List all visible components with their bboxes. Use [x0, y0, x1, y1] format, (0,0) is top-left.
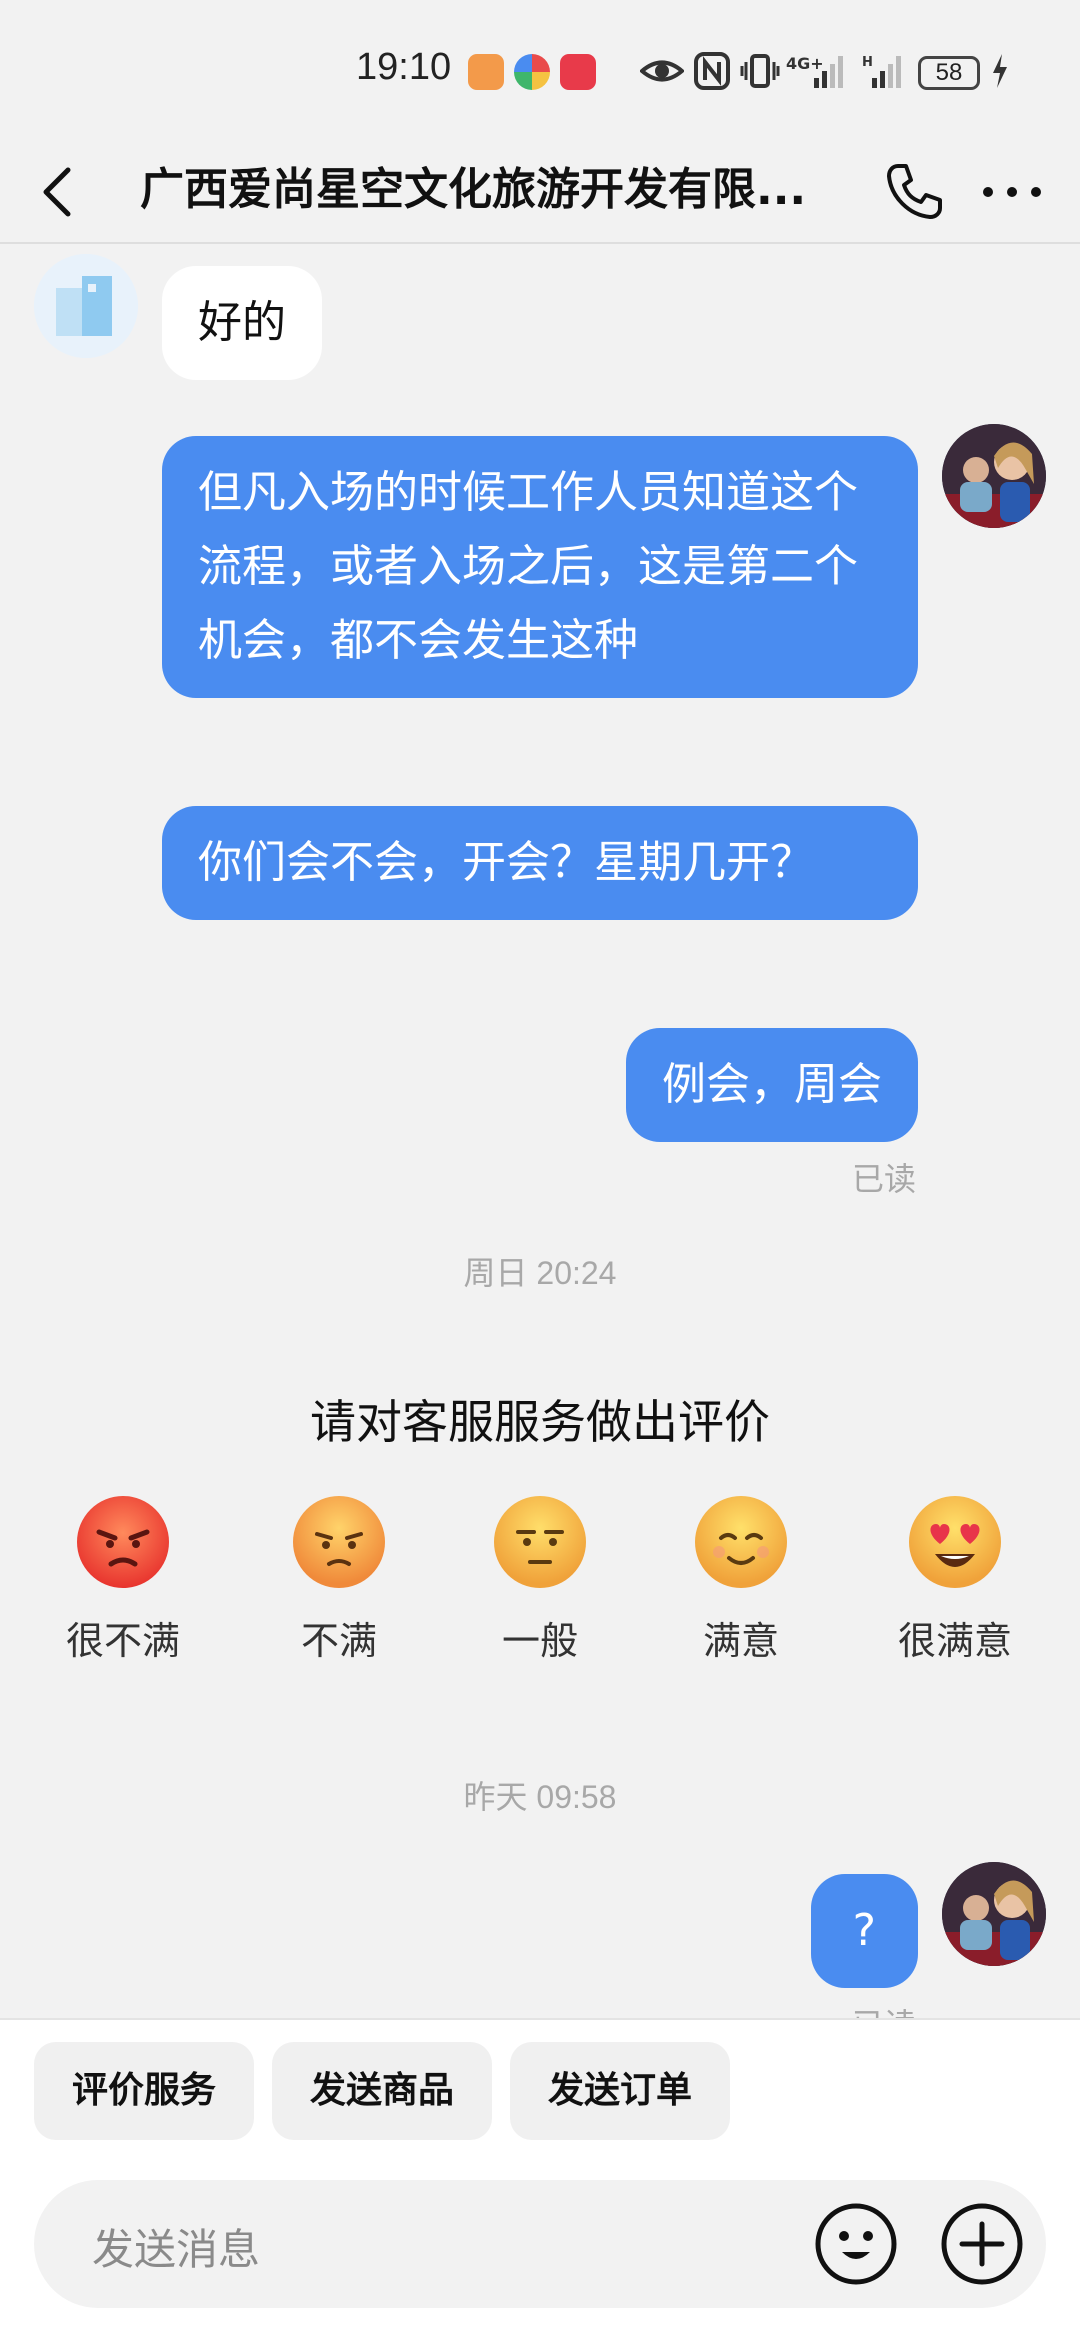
- send-product-button[interactable]: 发送商品: [272, 2042, 492, 2140]
- rating-label: 很满意: [897, 1619, 1012, 1663]
- status-time: 19:10: [356, 46, 452, 88]
- message-bubble-out[interactable]: 你们会不会，开会？星期几开？: [162, 806, 918, 920]
- message-input-placeholder: 发送消息: [92, 2225, 261, 2274]
- vibrate-icon: [740, 54, 780, 88]
- battery-level: 58: [918, 56, 980, 90]
- timestamp: 周日 20:24: [463, 1255, 617, 1291]
- user-avatar[interactable]: [942, 1862, 1046, 1966]
- xiaohongshu-app-icon: [560, 54, 596, 90]
- charging-icon: [993, 54, 1007, 88]
- user-avatar[interactable]: [942, 424, 1046, 528]
- more-icon[interactable]: [976, 164, 1048, 220]
- send-order-button[interactable]: 发送订单: [510, 2042, 730, 2140]
- rating-label: 满意: [702, 1619, 779, 1663]
- user-photo-icon: [942, 424, 1046, 528]
- smiling-face-icon: [695, 1496, 787, 1588]
- neutral-face-icon: [494, 1496, 586, 1588]
- message-input[interactable]: 发送消息: [34, 2180, 1046, 2308]
- message-bubble-out[interactable]: 例会，周会: [626, 1028, 918, 1142]
- user-photo-icon: [942, 1862, 1046, 1966]
- svg-text:H: H: [862, 55, 873, 70]
- signal-icon: [814, 56, 843, 88]
- pinwheel-app-icon: [514, 54, 550, 90]
- eye-icon: [640, 60, 684, 82]
- message-bubble-out[interactable]: ?: [810, 1874, 918, 1988]
- back-arrow-icon[interactable]: [34, 160, 84, 224]
- message-bubble-out[interactable]: 但凡入场的时候工作人员知道这个流程，或者入场之后，这是第二个机会，都不会发生这种: [162, 436, 918, 698]
- rating-option-dissatisfied[interactable]: 不满: [254, 1492, 424, 1665]
- rating-option-satisfied[interactable]: 满意: [656, 1492, 826, 1665]
- shield-app-icon: [468, 54, 504, 90]
- bottom-panel: 评价服务 发送商品 发送订单 发送消息: [0, 2018, 1080, 2344]
- building-icon: [34, 254, 138, 358]
- rating-option-neutral[interactable]: 一般: [455, 1492, 625, 1665]
- angry-face-icon: [77, 1496, 169, 1588]
- rate-service-button[interactable]: 评价服务: [34, 2042, 254, 2140]
- message-bubble-in[interactable]: 好的: [162, 266, 322, 380]
- chat-header: 广西爱尚星空文化旅游开发有限...: [0, 140, 1080, 244]
- rating-title: 请对客服服务做出评价: [310, 1395, 770, 1449]
- merchant-avatar[interactable]: [34, 254, 138, 358]
- frowning-face-icon: [293, 1496, 385, 1588]
- nfc-icon: [694, 52, 730, 90]
- rating-label: 很不满: [65, 1619, 180, 1663]
- rating-label: 不满: [300, 1619, 377, 1663]
- rating-option-very-dissatisfied[interactable]: 很不满: [38, 1492, 208, 1665]
- plus-icon[interactable]: [938, 2200, 1026, 2288]
- rating-option-very-satisfied[interactable]: 很满意: [870, 1492, 1040, 1665]
- signal-2-icon: H: [862, 55, 901, 88]
- heart-eyes-face-icon: [909, 1496, 1001, 1588]
- chat-title: 广西爱尚星空文化旅游开发有限...: [140, 164, 807, 215]
- status-bar: 19:10 4G+ H 58: [0, 0, 1080, 140]
- emoji-icon[interactable]: [812, 2200, 900, 2288]
- timestamp: 昨天 09:58: [463, 1779, 617, 1815]
- phone-icon[interactable]: [882, 160, 946, 224]
- read-status: 已读: [851, 1160, 916, 1198]
- rating-label: 一般: [501, 1619, 578, 1663]
